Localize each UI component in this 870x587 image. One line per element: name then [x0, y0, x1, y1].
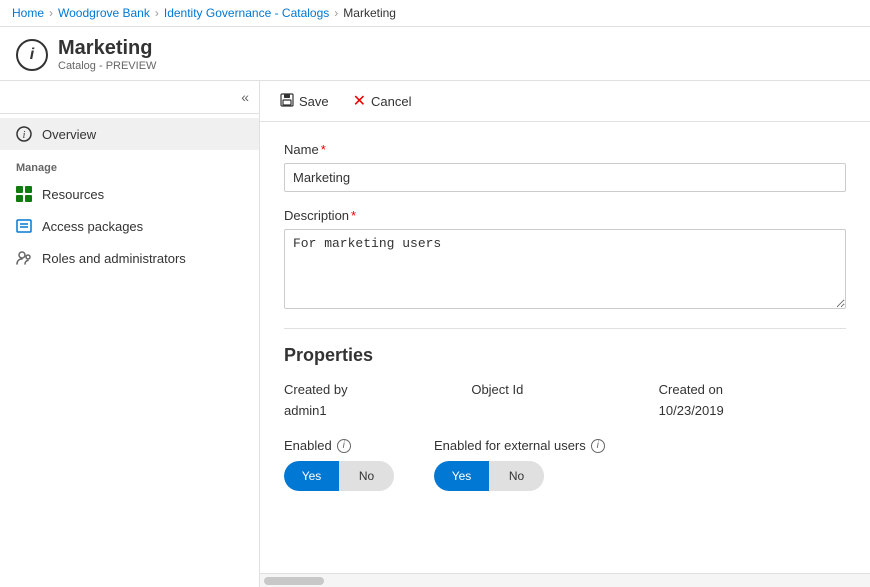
breadcrumb-sep-1: ›: [49, 6, 53, 20]
page-subtitle: Catalog - PREVIEW: [58, 60, 156, 72]
breadcrumb-woodgrove[interactable]: Woodgrove Bank: [58, 6, 150, 20]
horizontal-scrollbar[interactable]: [260, 573, 870, 587]
page-header: i Marketing Catalog - PREVIEW: [0, 27, 870, 81]
description-label: Description*: [284, 208, 846, 223]
scrollbar-thumb: [264, 577, 324, 585]
enabled-yes-option[interactable]: Yes: [284, 461, 339, 491]
form-area: Name* Description* Properties Created by: [260, 122, 870, 573]
external-toggle-switch[interactable]: Yes No: [434, 461, 544, 491]
enabled-label-row: Enabled i: [284, 438, 394, 453]
sidebar-section-manage: Manage: [0, 150, 259, 178]
sidebar-item-access-packages[interactable]: Access packages: [0, 210, 259, 242]
properties-grid: Created by admin1 Object Id Created on 1…: [284, 382, 846, 418]
svg-text:i: i: [23, 130, 26, 141]
toolbar: Save ✕ Cancel: [260, 81, 870, 122]
title-block: Marketing Catalog - PREVIEW: [58, 37, 156, 72]
cancel-label: Cancel: [371, 94, 411, 109]
sidebar-item-resources[interactable]: Resources: [0, 178, 259, 210]
sidebar-item-roles[interactable]: Roles and administrators: [0, 242, 259, 274]
name-label: Name*: [284, 142, 846, 157]
overview-icon: i: [16, 126, 32, 142]
cancel-icon: ✕: [353, 91, 366, 111]
page-title: Marketing: [58, 37, 156, 60]
sidebar-item-access-packages-label: Access packages: [42, 219, 143, 234]
cancel-button[interactable]: ✕ Cancel: [349, 89, 416, 113]
prop-created-on: Created on 10/23/2019: [659, 382, 846, 418]
sidebar-item-resources-label: Resources: [42, 187, 104, 202]
sidebar-item-overview[interactable]: i Overview: [0, 118, 259, 150]
sidebar: « i Overview Manage: [0, 81, 260, 587]
properties-section: Properties Created by admin1 Object Id C…: [284, 345, 846, 491]
created-on-label: Created on: [659, 382, 846, 397]
sidebar-collapse-button[interactable]: «: [241, 89, 249, 105]
created-on-value: 10/23/2019: [659, 403, 846, 418]
save-label: Save: [299, 94, 329, 109]
description-textarea[interactable]: [284, 229, 846, 309]
properties-title: Properties: [284, 345, 846, 366]
scrollbar-track: [264, 577, 866, 585]
main-content: Save ✕ Cancel Name* Description*: [260, 81, 870, 587]
external-yes-option[interactable]: Yes: [434, 461, 489, 491]
roles-icon: [16, 250, 32, 266]
breadcrumb-home[interactable]: Home: [12, 6, 44, 20]
description-required: *: [351, 208, 356, 223]
name-required: *: [321, 142, 326, 157]
prop-object-id: Object Id: [471, 382, 658, 418]
sidebar-item-overview-label: Overview: [42, 127, 96, 142]
enabled-toggle-group: Enabled i Yes No: [284, 438, 394, 491]
breadcrumb-current: Marketing: [343, 6, 396, 20]
access-packages-icon: [16, 218, 32, 234]
created-by-value: admin1: [284, 403, 471, 418]
save-icon: [280, 93, 294, 110]
prop-created-by: Created by admin1: [284, 382, 471, 418]
sidebar-collapse-area: «: [0, 81, 259, 114]
name-input[interactable]: [284, 163, 846, 192]
save-button[interactable]: Save: [276, 91, 333, 112]
sidebar-nav: i Overview Manage Resources: [0, 114, 259, 587]
sidebar-item-roles-label: Roles and administrators: [42, 251, 186, 266]
object-id-label: Object Id: [471, 382, 658, 397]
external-no-option[interactable]: No: [489, 461, 544, 491]
description-group: Description*: [284, 208, 846, 312]
created-by-label: Created by: [284, 382, 471, 397]
external-toggle-group: Enabled for external users i Yes No: [434, 438, 605, 491]
enabled-info-icon[interactable]: i: [337, 439, 351, 453]
resources-icon: [16, 186, 32, 202]
page-header-icon: i: [16, 39, 48, 71]
main-layout: « i Overview Manage: [0, 81, 870, 587]
toggles-row: Enabled i Yes No Enabled for external us…: [284, 438, 846, 491]
section-divider: [284, 328, 846, 329]
external-label: Enabled for external users: [434, 438, 586, 453]
enabled-no-option[interactable]: No: [339, 461, 394, 491]
breadcrumb: Home › Woodgrove Bank › Identity Governa…: [0, 0, 870, 27]
external-info-icon[interactable]: i: [591, 439, 605, 453]
enabled-label: Enabled: [284, 438, 332, 453]
enabled-toggle-switch[interactable]: Yes No: [284, 461, 394, 491]
breadcrumb-sep-3: ›: [334, 6, 338, 20]
breadcrumb-identity-governance[interactable]: Identity Governance - Catalogs: [164, 6, 329, 20]
name-group: Name*: [284, 142, 846, 192]
breadcrumb-sep-2: ›: [155, 6, 159, 20]
external-label-row: Enabled for external users i: [434, 438, 605, 453]
